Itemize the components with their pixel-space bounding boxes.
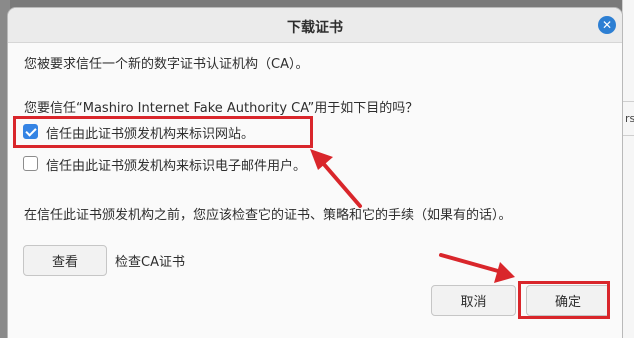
arrow-to-ok-button	[439, 253, 515, 283]
annotation-arrows	[310, 149, 515, 283]
arrow-to-websites-option	[310, 149, 362, 208]
